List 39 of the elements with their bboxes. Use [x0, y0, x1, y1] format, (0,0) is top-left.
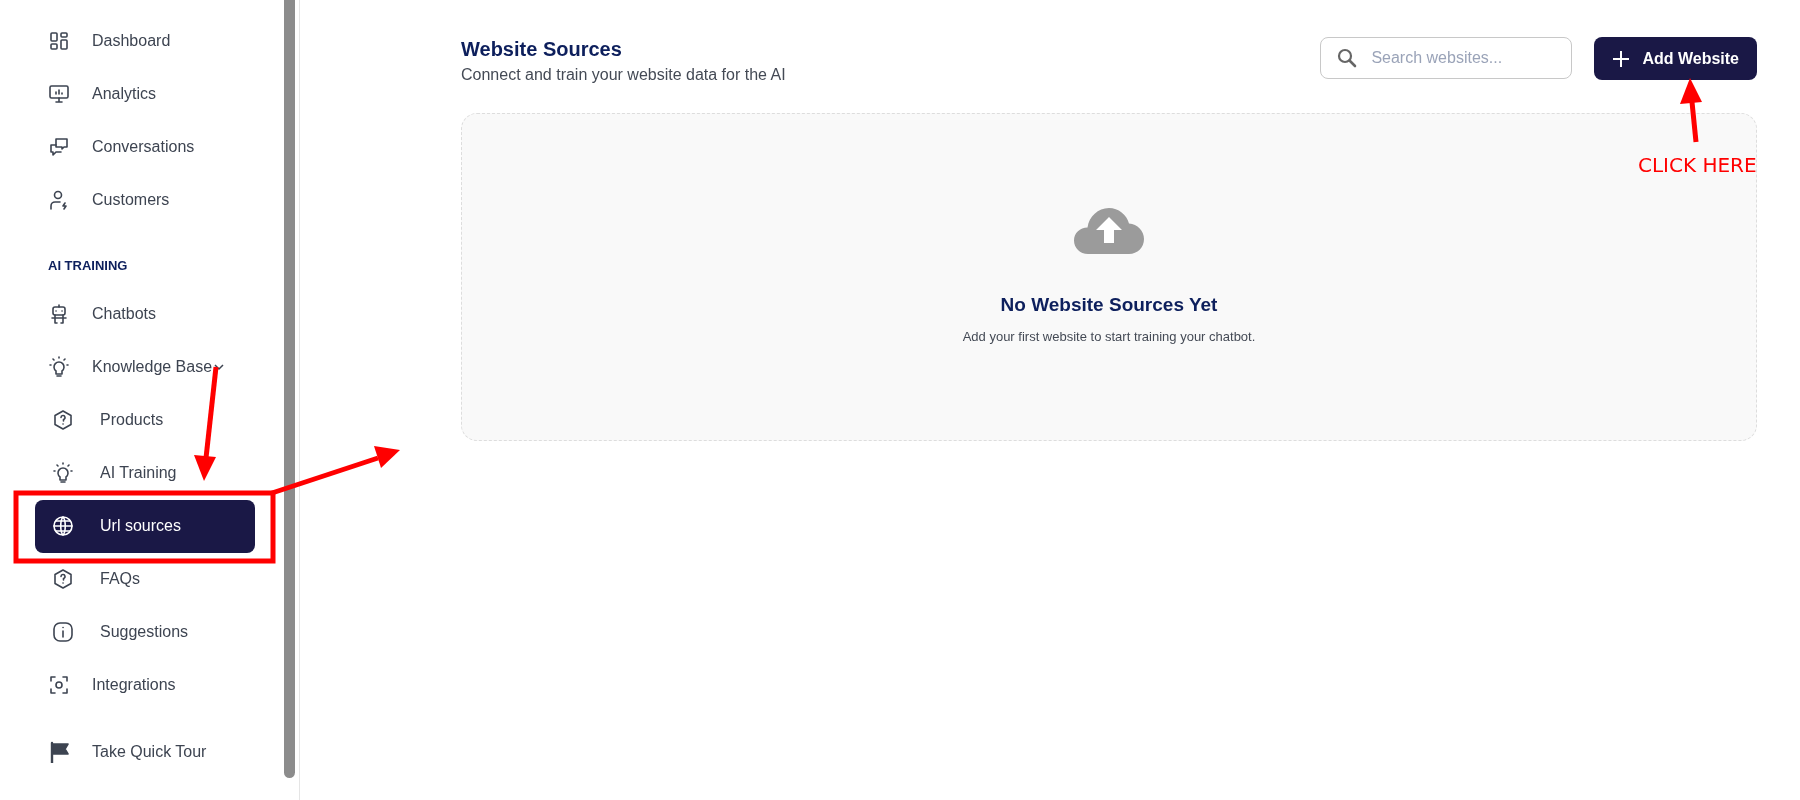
- page-title: Website Sources: [461, 37, 623, 61]
- sidebar-item[interactable]: Customers: [0, 173, 284, 226]
- lightbulb-icon: [48, 356, 70, 378]
- search-field[interactable]: Search websites...: [1320, 37, 1573, 79]
- arrow: [1680, 78, 1702, 143]
- add-website-button[interactable]: Add Website: [1594, 37, 1757, 80]
- empty-state-text: Add your first website to start training your chatbot.: [962, 327, 1256, 346]
- cloud-upload-icon: [1074, 207, 1144, 254]
- lightbulb-icon: [52, 462, 74, 484]
- focus-icon: [48, 674, 70, 696]
- sidebar-item[interactable]: Products: [0, 393, 284, 447]
- info-icon: [52, 621, 74, 643]
- section-heading: AI TRAINING: [47, 257, 129, 275]
- sidebar-item[interactable]: Chatbots: [0, 287, 284, 341]
- sidebar-item[interactable]: Integrations: [0, 658, 284, 712]
- scrollbar[interactable]: [284, 0, 295, 778]
- globe-icon: [52, 515, 74, 537]
- monitor-icon: [48, 82, 70, 105]
- page-subtitle: Connect and train your website data for the AI: [461, 65, 787, 85]
- sidebar-item[interactable]: Dashboard: [0, 14, 284, 67]
- sidebar-item[interactable]: Conversations: [0, 120, 284, 173]
- sidebar-item[interactable]: FAQs: [0, 552, 284, 606]
- robot-icon: [48, 303, 70, 325]
- flag-icon: [48, 740, 70, 763]
- empty-state-title: No Website Sources Yet: [1000, 293, 1218, 317]
- plus-icon: [1612, 49, 1631, 68]
- sidebar-item[interactable]: Knowledge Base: [0, 340, 284, 394]
- user-icon: [48, 188, 70, 211]
- annotation-text: CLICK HERE: [1638, 152, 1757, 179]
- sidebar-item[interactable]: Analytics: [0, 67, 284, 120]
- sidebar-item[interactable]: Suggestions: [0, 605, 284, 659]
- hexagon-question-icon: [52, 409, 74, 431]
- hexagon-question-icon: [52, 568, 74, 590]
- caret-icon: [214, 363, 225, 371]
- sidebar-item[interactable]: Url sources: [35, 499, 255, 553]
- chat-icon: [48, 135, 70, 158]
- sidebar-item[interactable]: Take Quick Tour: [0, 721, 284, 782]
- sidebar-item[interactable]: AI Training: [0, 446, 284, 500]
- grid-icon: [48, 29, 70, 52]
